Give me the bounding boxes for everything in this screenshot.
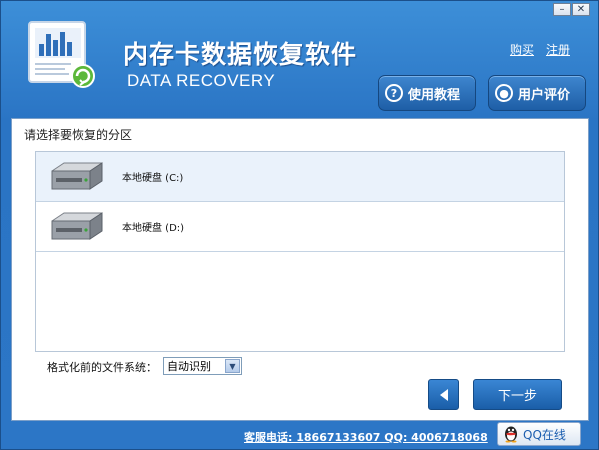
back-button[interactable] [428,379,459,410]
qq-penguin-icon [505,426,517,443]
app-logo-icon [28,21,95,88]
chevron-down-icon: ▼ [225,359,240,373]
buy-link[interactable]: 购买 [510,41,534,58]
app-title: 内存卡数据恢复软件 [123,40,358,69]
tutorial-label: 使用教程 [408,87,461,103]
partition-list: 本地硬盘 (C:) 本地硬盘 (D:) [35,151,565,352]
filesystem-label: 格式化前的文件系统： [47,361,157,374]
qq-online-label: QQ在线 [523,427,566,442]
hard-drive-icon [51,161,103,190]
service-contact[interactable]: 客服电话: 18667133607 QQ: 4006718068 [244,429,488,445]
app-subtitle: DATA RECOVERY [127,71,276,90]
qq-online-button[interactable]: QQ在线 [497,422,581,446]
register-link[interactable]: 注册 [546,41,570,58]
partition-prompt: 请选择要恢复的分区 [24,128,133,142]
review-button[interactable]: ● 用户评价 [488,75,586,111]
filesystem-value: 自动识别 [167,360,211,373]
help-icon: ? [385,84,403,102]
minimize-button[interactable]: – [553,3,571,16]
header-links: 购买 注册 [510,41,570,58]
tutorial-button[interactable]: ? 使用教程 [378,75,476,111]
arrow-left-icon [439,388,448,401]
close-button[interactable]: ✕ [572,3,590,16]
user-review-icon: ● [495,84,513,102]
review-label: 用户评价 [518,87,571,103]
app-window: – ✕ 内存卡数据恢复软件 DATA RECOVERY 购买 注册 ? 使用教程… [0,0,599,450]
partition-label-c: 本地硬盘 (C:) [122,173,184,184]
hard-drive-icon [51,211,103,240]
next-button[interactable]: 下一步 [473,379,562,410]
partition-label-d: 本地硬盘 (D:) [122,223,185,234]
partition-row-d[interactable]: 本地硬盘 (D:) [36,202,564,252]
window-controls: – ✕ [553,3,590,16]
partition-row-c[interactable]: 本地硬盘 (C:) [36,152,564,202]
filesystem-select[interactable]: 自动识别 ▼ [163,357,242,375]
